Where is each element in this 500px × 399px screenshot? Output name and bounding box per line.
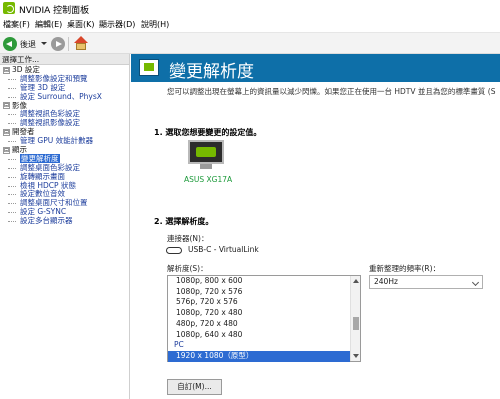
toolbar: 後退 bbox=[0, 32, 500, 54]
menu-desktop[interactable]: 桌面(K) bbox=[67, 19, 95, 30]
refresh-rate-select[interactable]: 240Hz bbox=[369, 275, 483, 289]
task-tree: ⊟ 3D 設定 調整影像設定和預覽 管理 3D 設定 設定 Surround、PhysX… bbox=[0, 65, 130, 226]
section-1-number: 1. bbox=[154, 128, 163, 137]
window-title: NVIDIA 控制面板 bbox=[19, 6, 90, 16]
sidebar-header: 選擇工作... bbox=[0, 54, 129, 65]
nvidia-logo-icon bbox=[3, 2, 15, 14]
page-description: 您可以調整出現在螢幕上的資訊量以減少閃爍。如果您正在使用一台 HDTV 並且為您… bbox=[167, 87, 496, 96]
tree-item-label: 管理 3D 設定 bbox=[20, 82, 66, 92]
display-resolution-icon bbox=[139, 59, 159, 76]
section-1-heading: 1. 選取您想要變更的設定值。 bbox=[154, 127, 261, 138]
section-2-label: 選擇解析度。 bbox=[165, 217, 214, 226]
menu-bar: 檔案(F) 編輯(E) 桌面(K) 顯示器(D) 說明(H) bbox=[0, 17, 500, 32]
back-dropdown-icon[interactable] bbox=[41, 42, 47, 45]
connector-value: USB-C - VirtualLink bbox=[188, 245, 259, 254]
scroll-up-icon[interactable] bbox=[353, 279, 359, 283]
home-icon[interactable] bbox=[74, 36, 88, 51]
resolution-group-header: PC bbox=[174, 340, 184, 350]
section-2-heading: 2. 選擇解析度。 bbox=[154, 216, 213, 227]
menu-file[interactable]: 檔案(F) bbox=[3, 19, 30, 30]
collapse-icon[interactable]: ⊟ bbox=[3, 128, 10, 136]
tree-item-label: 管理 GPU 效能計數器 bbox=[20, 136, 94, 146]
tree-item-label: 顯示 bbox=[12, 145, 27, 155]
tree-item-label: 變更解析度 bbox=[20, 153, 60, 163]
tree-item-label: 旋轉顯示畫面 bbox=[20, 171, 65, 181]
collapse-icon[interactable]: ⊟ bbox=[3, 146, 10, 154]
forward-arrow-icon[interactable] bbox=[51, 37, 65, 51]
scroll-down-icon[interactable] bbox=[353, 354, 359, 358]
task-sidebar: 選擇工作... ⊟ 3D 設定 調整影像設定和預覽 管理 3D 設定 設定 Surrou… bbox=[0, 54, 130, 399]
tree-item-label: 設定 G-SYNC bbox=[20, 207, 67, 217]
section-2-number: 2. bbox=[154, 217, 163, 226]
tree-item[interactable]: 設定多台顯示器 bbox=[0, 216, 130, 226]
tree-item-label: 調整桌面尺寸和位置 bbox=[20, 198, 88, 208]
refresh-rate-label: 重新整理的頻率(R)： bbox=[369, 264, 441, 273]
resolution-scrollbar[interactable] bbox=[350, 276, 360, 361]
resolution-option[interactable]: 1080p, 800 x 600 bbox=[168, 276, 350, 287]
toolbar-divider bbox=[68, 37, 69, 51]
usb-c-connector-icon bbox=[166, 247, 182, 254]
title-bar: NVIDIA 控制面板 bbox=[0, 0, 500, 17]
tree-item-label: 3D 設定 bbox=[12, 65, 40, 74]
resolution-listbox[interactable]: 1080p, 800 x 600 1080p, 720 x 576 576p, 72… bbox=[167, 275, 361, 362]
back-button-label[interactable]: 後退 bbox=[20, 39, 36, 50]
refresh-rate-value: 240Hz bbox=[374, 277, 398, 286]
collapse-icon[interactable]: ⊟ bbox=[3, 102, 10, 110]
resolution-option-selected[interactable]: 1920 x 1080（原型） bbox=[168, 350, 350, 362]
main-panel: 變更解析度 您可以調整出現在螢幕上的資訊量以減少閃爍。如果您正在使用一台 HDT… bbox=[131, 54, 500, 399]
menu-edit[interactable]: 編輯(E) bbox=[35, 19, 62, 30]
chevron-down-icon bbox=[471, 278, 480, 287]
resolution-option[interactable]: 1080p, 640 x 480 bbox=[168, 330, 350, 341]
back-arrow-icon[interactable] bbox=[3, 37, 17, 51]
tree-item-label: 調整影像設定和預覽 bbox=[20, 73, 88, 83]
tree-item-label: 設定 Surround、PhysX bbox=[20, 91, 102, 101]
scroll-thumb[interactable] bbox=[353, 317, 359, 330]
monitor-icon[interactable] bbox=[188, 140, 224, 170]
resolution-option[interactable]: 480p, 720 x 480 bbox=[168, 319, 350, 330]
section-1-label: 選取您想要變更的設定值。 bbox=[165, 128, 262, 137]
tree-item-label: 調整視訊影像設定 bbox=[20, 118, 80, 128]
connector-label: 連接器(N)： bbox=[167, 234, 209, 243]
page-title: 變更解析度 bbox=[169, 62, 254, 82]
menu-display[interactable]: 顯示器(D) bbox=[99, 19, 135, 30]
customize-button[interactable]: 自訂(M)... bbox=[167, 379, 222, 395]
tree-item-label: 調整桌面色彩設定 bbox=[20, 162, 80, 172]
resolution-option[interactable]: 576p, 720 x 576 bbox=[168, 297, 350, 308]
resolution-option[interactable]: 1080p, 720 x 576 bbox=[168, 287, 350, 298]
resolution-option[interactable]: 1080p, 720 x 480 bbox=[168, 308, 350, 319]
collapse-icon[interactable]: ⊟ bbox=[3, 66, 10, 74]
menu-help[interactable]: 說明(H) bbox=[141, 19, 169, 30]
page-banner: 變更解析度 bbox=[131, 54, 500, 82]
monitor-name[interactable]: ASUS XG17A bbox=[184, 175, 232, 184]
tree-item-label: 開發者 bbox=[12, 127, 35, 137]
resolution-label: 解析度(S)： bbox=[167, 264, 208, 273]
tree-item-label: 設定多台顯示器 bbox=[20, 216, 73, 226]
